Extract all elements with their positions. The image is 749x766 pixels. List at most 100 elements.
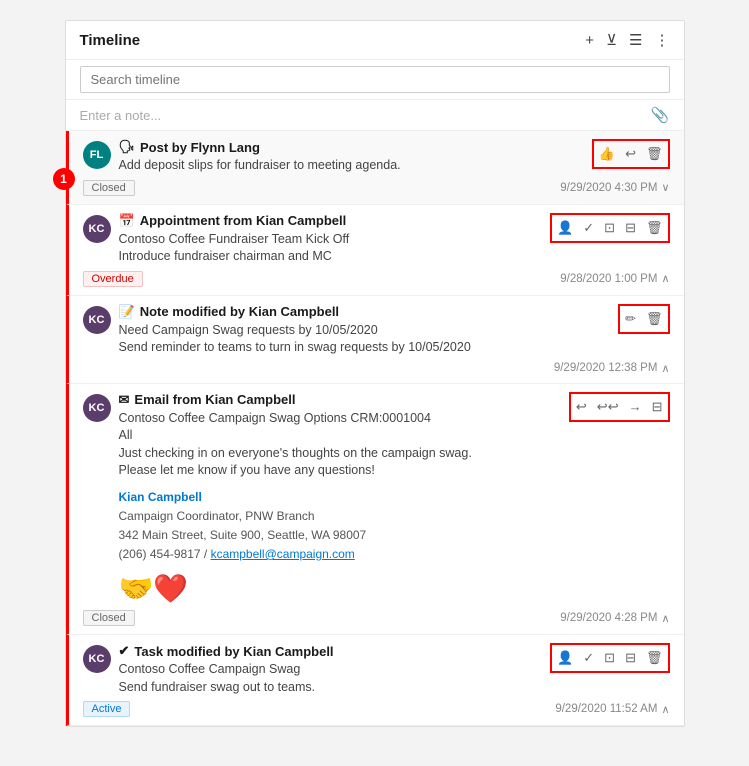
post-chevron[interactable]: ∨ <box>661 181 669 194</box>
sig-title: Campaign Coordinator, PNW Branch <box>119 507 561 526</box>
avatar-kc-note: KC <box>83 306 111 334</box>
post-content: 🗣 Post by Flynn Lang Add deposit slips f… <box>119 139 584 175</box>
appt-actions: 👤 ✓ ⊡ ⊟ 🗑 <box>550 213 669 243</box>
thumbs-up-icon[interactable]: 👍 <box>597 144 617 164</box>
note-area: Enter a note... 📎 <box>66 100 684 131</box>
appt-type: 📅 Appointment from Kian Campbell <box>119 213 543 229</box>
complete-icon-task[interactable]: ✓ <box>581 648 596 668</box>
search-input[interactable] <box>80 66 670 93</box>
email-signature: Kian Campbell Campaign Coordinator, PNW … <box>119 488 561 565</box>
timeline-item-appointment: KC 📅 Appointment from Kian Campbell Cont… <box>66 205 684 296</box>
avatar-fl: FL <box>83 141 111 169</box>
complete-icon[interactable]: ✓ <box>581 218 596 238</box>
annotation-1: 1 <box>53 168 75 190</box>
print-icon-task[interactable]: ⊡ <box>602 648 617 668</box>
email-left: KC ✉ Email from Kian Campbell Contoso Co… <box>83 392 561 606</box>
note-content: 📝 Note modified by Kian Campbell Need Ca… <box>119 304 611 357</box>
note-header: KC 📝 Note modified by Kian Campbell Need… <box>83 304 670 357</box>
timeline-panel: Timeline + ⊻ ☰ ⋮ Enter a note... 📎 <box>65 20 685 727</box>
filter-icon[interactable]: ⊻ <box>606 31 617 49</box>
post-desc: Add deposit slips for fundraiser to meet… <box>119 157 584 175</box>
task-timestamp: 9/29/2020 11:52 AM ∧ <box>555 703 669 716</box>
delete-icon-note[interactable]: 🗑 <box>644 309 665 329</box>
email-type: ✉ Email from Kian Campbell <box>119 392 561 408</box>
email-desc: Contoso Coffee Campaign Swag Options CRM… <box>119 410 561 480</box>
timeline-item-task: KC ✔ Task modified by Kian Campbell Cont… <box>66 635 684 726</box>
post-type-icon: 🗣 <box>119 139 136 155</box>
appt-content: 📅 Appointment from Kian Campbell Contoso… <box>119 213 543 266</box>
note-left: KC 📝 Note modified by Kian Campbell Need… <box>83 304 611 357</box>
reply-icon[interactable]: ↩ <box>623 144 638 164</box>
appt-chevron[interactable]: ∧ <box>661 272 669 285</box>
email-type-icon: ✉ <box>119 392 130 408</box>
search-bar <box>66 60 684 100</box>
post-status: Closed <box>83 180 135 196</box>
forward-icon[interactable]: → <box>627 397 644 416</box>
delete-icon-task[interactable]: 🗑 <box>644 648 665 668</box>
email-chevron[interactable]: ∧ <box>661 612 669 625</box>
appt-type-icon: 📅 <box>119 213 135 229</box>
appt-timestamp: 9/28/2020 1:00 PM ∧ <box>560 272 669 285</box>
email-footer: Closed 9/29/2020 4:28 PM ∧ <box>83 610 670 626</box>
note-chevron[interactable]: ∧ <box>661 362 669 375</box>
sort-icon[interactable]: ☰ <box>629 31 642 49</box>
add-icon[interactable]: + <box>585 32 594 49</box>
avatar-kc-task: KC <box>83 645 111 673</box>
task-type-icon: ✔ <box>119 643 130 659</box>
more-icon[interactable]: ⋮ <box>655 31 670 49</box>
appt-header: KC 📅 Appointment from Kian Campbell Cont… <box>83 213 670 266</box>
reply-icon-email[interactable]: ↩ <box>574 397 589 417</box>
reply-all-icon[interactable]: ↩↩ <box>595 397 621 417</box>
avatar-kc-email: KC <box>83 394 111 422</box>
task-header: KC ✔ Task modified by Kian Campbell Cont… <box>83 643 670 696</box>
sig-address: 342 Main Street, Suite 900, Seattle, WA … <box>119 526 561 545</box>
task-footer: Active 9/29/2020 11:52 AM ∧ <box>83 701 670 717</box>
task-content: ✔ Task modified by Kian Campbell Contoso… <box>119 643 543 696</box>
appt-left: KC 📅 Appointment from Kian Campbell Cont… <box>83 213 543 266</box>
task-desc: Contoso Coffee Campaign SwagSend fundrai… <box>119 661 543 696</box>
note-placeholder[interactable]: Enter a note... <box>80 108 162 123</box>
view-icon[interactable]: ⊟ <box>623 218 638 238</box>
note-type-icon: 📝 <box>119 304 135 320</box>
email-timestamp: 9/29/2020 4:28 PM ∧ <box>560 612 669 625</box>
post-actions: 👍 ↩ 🗑 <box>592 139 670 169</box>
sig-contact: (206) 454-9817 / kcampbell@campaign.com <box>119 545 561 564</box>
note-desc: Need Campaign Swag requests by 10/05/202… <box>119 322 611 357</box>
post-left: FL 🗣 Post by Flynn Lang Add deposit slip… <box>83 139 584 175</box>
sig-email[interactable]: kcampbell@campaign.com <box>211 547 355 561</box>
task-chevron[interactable]: ∧ <box>661 703 669 716</box>
delete-icon[interactable]: 🗑 <box>644 144 665 164</box>
note-type: 📝 Note modified by Kian Campbell <box>119 304 611 320</box>
timeline-item-note: KC 📝 Note modified by Kian Campbell Need… <box>66 296 684 384</box>
email-header: KC ✉ Email from Kian Campbell Contoso Co… <box>83 392 670 606</box>
print-icon[interactable]: ⊡ <box>602 218 617 238</box>
appt-footer: Overdue 9/28/2020 1:00 PM ∧ <box>83 271 670 287</box>
appt-desc: Contoso Coffee Fundraiser Team Kick OffI… <box>119 231 543 266</box>
email-actions: ↩ ↩↩ → ⊟ <box>569 392 670 422</box>
view-icon-task[interactable]: ⊟ <box>623 648 638 668</box>
delete-icon-appt[interactable]: 🗑 <box>644 218 665 238</box>
task-left: KC ✔ Task modified by Kian Campbell Cont… <box>83 643 543 696</box>
paperclip-icon[interactable]: 📎 <box>651 106 670 124</box>
email-status: Closed <box>83 610 135 626</box>
header-icons: + ⊻ ☰ ⋮ <box>585 31 669 49</box>
sig-name: Kian Campbell <box>119 488 561 507</box>
email-image: 🤝❤️ <box>119 572 561 605</box>
task-type: ✔ Task modified by Kian Campbell <box>119 643 543 659</box>
assign-icon[interactable]: 👤 <box>555 218 575 238</box>
note-footer: 9/29/2020 12:38 PM ∧ <box>83 362 670 375</box>
edit-icon[interactable]: ✏ <box>623 309 638 329</box>
post-timestamp: 9/29/2020 4:30 PM ∨ <box>560 181 669 194</box>
avatar-kc-appt: KC <box>83 215 111 243</box>
post-footer: Closed 9/29/2020 4:30 PM ∨ <box>83 180 670 196</box>
task-status: Active <box>83 701 131 717</box>
timeline-items: FL 🗣 Post by Flynn Lang Add deposit slip… <box>66 131 684 726</box>
timeline-item-email: KC ✉ Email from Kian Campbell Contoso Co… <box>66 384 684 636</box>
assign-icon-task[interactable]: 👤 <box>555 648 575 668</box>
panel-title: Timeline <box>80 32 586 49</box>
post-header: FL 🗣 Post by Flynn Lang Add deposit slip… <box>83 139 670 175</box>
post-type: 🗣 Post by Flynn Lang <box>119 139 584 155</box>
email-content: ✉ Email from Kian Campbell Contoso Coffe… <box>119 392 561 606</box>
view-icon-email[interactable]: ⊟ <box>650 397 665 417</box>
panel-header: Timeline + ⊻ ☰ ⋮ <box>66 21 684 60</box>
